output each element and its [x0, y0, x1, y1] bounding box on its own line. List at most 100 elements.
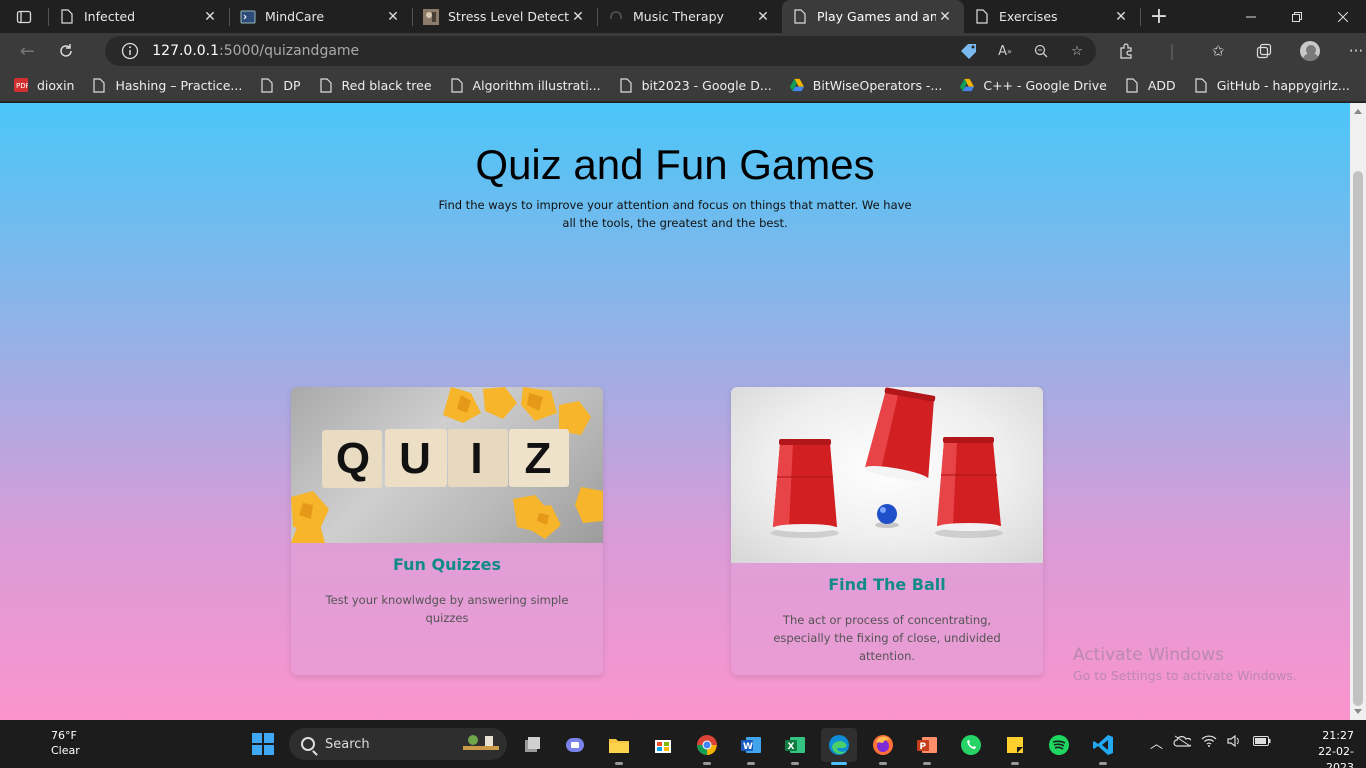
- vscode-icon[interactable]: [1085, 728, 1121, 765]
- bookmark-item[interactable]: Red black tree: [319, 77, 432, 93]
- tab-actions-button[interactable]: [0, 0, 48, 33]
- bookmark-item[interactable]: GitHub - happygirlz...: [1194, 77, 1350, 93]
- battery-icon[interactable]: [1253, 735, 1271, 750]
- favorites-icon[interactable]: ✩: [1208, 41, 1228, 61]
- quiz-letter: U: [399, 434, 431, 483]
- headphones-icon: [608, 9, 624, 25]
- microsoft-store-icon[interactable]: [645, 728, 681, 762]
- image-favicon: [423, 8, 439, 25]
- bookmark-item[interactable]: Algorithm illustrati...: [450, 77, 601, 93]
- chrome-icon[interactable]: [689, 728, 725, 765]
- teams-chat-icon[interactable]: [557, 728, 593, 762]
- scroll-up-icon[interactable]: [1354, 109, 1362, 114]
- close-icon[interactable]: ✕: [936, 8, 954, 26]
- activate-windows-watermark: Activate Windows Go to Settings to activ…: [1073, 645, 1297, 683]
- close-window-button[interactable]: [1320, 0, 1366, 33]
- tab-play-games[interactable]: Play Games and answ ✕: [782, 0, 964, 33]
- onedrive-icon[interactable]: [1173, 735, 1193, 751]
- add-favorite-icon[interactable]: ☆: [1068, 42, 1086, 60]
- spotify-icon[interactable]: [1041, 728, 1077, 762]
- tab-mindcare[interactable]: MindCare ✕: [230, 0, 412, 33]
- firefox-icon[interactable]: [865, 728, 901, 765]
- chevron-up-icon[interactable]: ︿: [1150, 733, 1163, 752]
- close-icon[interactable]: ✕: [1112, 8, 1130, 26]
- wifi-icon[interactable]: [1201, 734, 1217, 751]
- back-button[interactable]: ←: [8, 33, 47, 69]
- read-aloud-icon[interactable]: A»: [996, 42, 1014, 60]
- close-icon[interactable]: ✕: [384, 8, 402, 26]
- file-explorer-icon[interactable]: [601, 728, 637, 765]
- tab-title: Music Therapy: [633, 9, 724, 24]
- taskbar-clock[interactable]: 21:27 22-02-2023: [1304, 728, 1354, 768]
- card-title[interactable]: Fun Quizzes: [291, 555, 603, 574]
- coupon-tag-icon[interactable]: [960, 42, 978, 60]
- svg-text:P: P: [920, 742, 927, 752]
- refresh-button[interactable]: [47, 33, 86, 69]
- excel-icon[interactable]: X: [777, 728, 813, 765]
- tab-infected[interactable]: Infected ✕: [49, 0, 229, 33]
- card-description: The act or process of concentrating, esp…: [773, 613, 1001, 663]
- bookmark-item[interactable]: bit2023 - Google D...: [619, 77, 772, 93]
- card-fun-quizzes[interactable]: Q U I Z Fun Quizzes Test your knowlwdge …: [291, 387, 603, 675]
- bookmark-label: dioxin: [37, 77, 75, 93]
- edge-icon[interactable]: [821, 728, 857, 765]
- bookmark-label: bit2023 - Google D...: [641, 77, 772, 93]
- taskbar-search-box[interactable]: Search: [289, 728, 507, 760]
- quiz-letter: I: [470, 434, 483, 483]
- collections-icon[interactable]: [1254, 41, 1274, 61]
- whatsapp-icon[interactable]: [953, 728, 989, 762]
- browser-toolbar: ← 127.0.0.1:5000/quizandgame A» ☆ | ✩ ··…: [0, 33, 1366, 69]
- tab-music-therapy[interactable]: Music Therapy ✕: [598, 0, 782, 33]
- bookmark-item[interactable]: Hashing – Practice...: [92, 77, 242, 93]
- plus-icon: +: [1149, 4, 1169, 29]
- minimize-button[interactable]: [1228, 0, 1274, 33]
- card-find-the-ball[interactable]: Find The Ball The act or process of conc…: [731, 387, 1043, 675]
- close-icon[interactable]: ✕: [754, 8, 772, 26]
- profile-avatar[interactable]: [1300, 41, 1320, 61]
- more-options-icon[interactable]: ···: [1346, 41, 1366, 61]
- bookmark-item[interactable]: C++ - Google Drive: [960, 77, 1107, 93]
- tab-stress-level-detection[interactable]: Stress Level Detection ✕: [413, 0, 597, 33]
- pdf-icon: PDF: [14, 77, 28, 93]
- card-title[interactable]: Find The Ball: [731, 575, 1043, 594]
- bookmark-item[interactable]: ADD: [1125, 77, 1176, 93]
- word-icon[interactable]: W: [733, 728, 769, 765]
- bookmark-label: ADD: [1147, 77, 1176, 93]
- svg-text:X: X: [788, 742, 795, 752]
- restore-button[interactable]: [1274, 0, 1320, 33]
- volume-icon[interactable]: [1227, 734, 1243, 751]
- bookmark-label: BitWiseOperators -...: [812, 77, 943, 93]
- bookmark-item[interactable]: PDF dioxin: [14, 77, 74, 93]
- close-icon[interactable]: ✕: [569, 8, 587, 26]
- bookmark-item[interactable]: BitWiseOperators -...: [789, 77, 943, 93]
- powerpoint-icon[interactable]: P: [909, 728, 945, 765]
- page-icon: [319, 77, 333, 93]
- task-view-icon[interactable]: [514, 728, 550, 762]
- weather-widget[interactable]: 76°F Clear: [18, 728, 80, 758]
- vertical-scrollbar[interactable]: [1350, 103, 1366, 720]
- new-tab-button[interactable]: +: [1141, 0, 1177, 33]
- extensions-icon[interactable]: [1116, 41, 1136, 61]
- close-icon[interactable]: ✕: [201, 8, 219, 26]
- scroll-down-icon[interactable]: [1354, 709, 1362, 714]
- google-drive-icon: [960, 77, 975, 93]
- url-text[interactable]: 127.0.0.1:5000/quizandgame: [152, 43, 359, 59]
- bookmark-label: C++ - Google Drive: [983, 77, 1107, 93]
- page-icon: [92, 77, 106, 93]
- bookmark-label: Algorithm illustrati...: [472, 77, 601, 93]
- refresh-icon: [60, 44, 72, 57]
- page-title: Quiz and Fun Games: [475, 141, 875, 188]
- svg-text:W: W: [743, 742, 753, 752]
- tab-title: Infected: [84, 9, 136, 24]
- tab-title: Exercises: [999, 9, 1058, 24]
- quiz-letter: Z: [524, 434, 552, 483]
- clock-date: 22-02-2023: [1318, 745, 1354, 768]
- address-bar[interactable]: 127.0.0.1:5000/quizandgame A» ☆: [105, 36, 1096, 66]
- zoom-out-icon[interactable]: [1032, 42, 1050, 60]
- bookmark-item[interactable]: DP: [260, 77, 301, 93]
- sticky-notes-icon[interactable]: [997, 728, 1033, 765]
- scrollbar-thumb[interactable]: [1353, 171, 1363, 706]
- tab-exercises[interactable]: Exercises ✕: [964, 0, 1140, 33]
- info-icon[interactable]: [121, 42, 139, 60]
- windows-start-icon[interactable]: [251, 732, 275, 756]
